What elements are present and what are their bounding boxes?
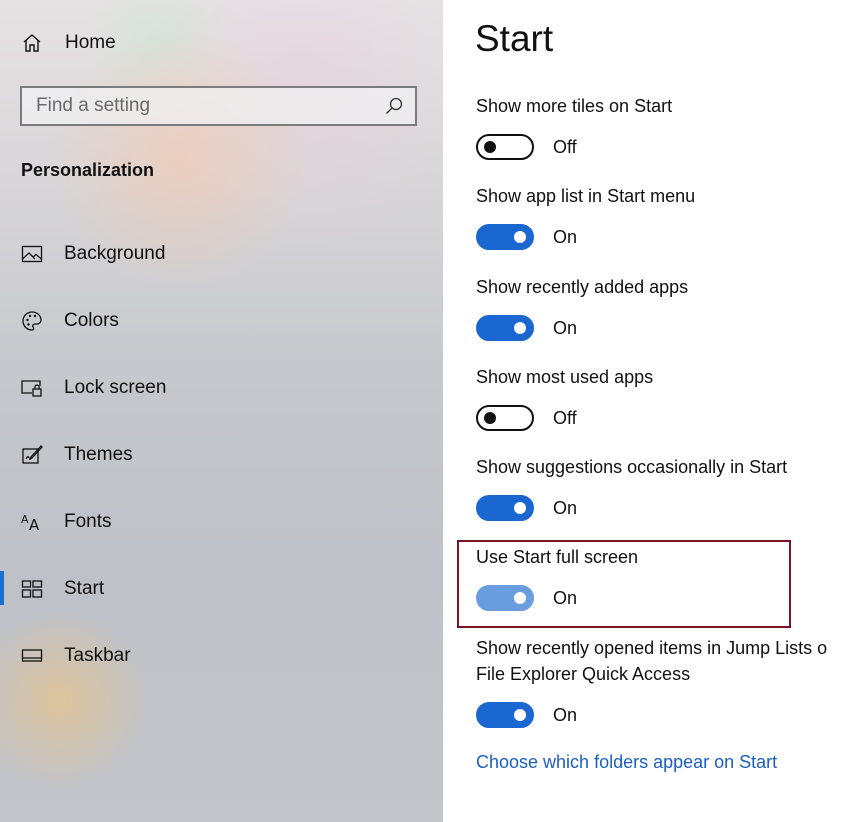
nav-item-label: Themes (64, 443, 133, 465)
toggle-state: Off (553, 407, 577, 428)
toggle-state: Off (553, 136, 577, 157)
palette-icon (20, 309, 44, 333)
toggle-state: On (553, 226, 578, 247)
svg-text:A: A (29, 516, 40, 533)
highlight-annotation-box (457, 540, 791, 628)
setting-label: Show more tiles on Start (476, 96, 673, 116)
toggle-state: On (553, 317, 578, 338)
more-tiles-toggle[interactable] (476, 134, 534, 160)
home-label: Home (65, 32, 116, 53)
toggle-knob (484, 412, 496, 424)
setting-suggestions: Show suggestions occasionally in Start O… (476, 454, 787, 522)
setting-label: Show app list in Start menu (476, 186, 696, 206)
choose-folders-link[interactable]: Choose which folders appear on Start (476, 752, 777, 773)
nav-item-taskbar[interactable]: Taskbar (0, 622, 443, 689)
nav-item-label: Taskbar (64, 644, 131, 666)
nav-item-colors[interactable]: Colors (0, 287, 443, 354)
setting-app-list: Show app list in Start menu On (476, 183, 695, 251)
nav-item-lock-screen[interactable]: Lock screen (0, 354, 443, 421)
setting-most-used: Show most used apps Off (476, 364, 653, 432)
toggle-knob (514, 231, 526, 243)
setting-recently-added: Show recently added apps On (476, 274, 688, 342)
setting-label: Show most used apps (476, 367, 654, 387)
selection-indicator (0, 571, 4, 605)
toggle-state: On (553, 497, 578, 518)
setting-label: Show recently added apps (476, 277, 689, 297)
search-box (20, 86, 417, 126)
home-icon (20, 31, 44, 55)
brush-icon (20, 443, 44, 467)
fonts-icon: AA (20, 510, 44, 534)
lock-screen-icon (20, 376, 44, 400)
toggle-knob (514, 709, 526, 721)
content-pane: Start Show more tiles on Start Off Show … (443, 0, 850, 822)
toggle-state: On (553, 704, 578, 725)
nav-item-background[interactable]: Background (0, 220, 443, 287)
taskbar-icon (20, 644, 44, 668)
nav-item-label: Fonts (64, 510, 112, 532)
setting-label-line2: File Explorer Quick Access (476, 664, 691, 684)
setting-label: Show recently opened items in Jump Lists… (476, 638, 828, 658)
home-button[interactable]: Home (20, 28, 320, 58)
setting-jump-lists: Show recently opened items in Jump Lists… (476, 635, 827, 729)
suggestions-toggle[interactable] (476, 495, 534, 521)
toggle-knob (514, 502, 526, 514)
navigation-pane: Home Personalization Background Colors L… (0, 0, 443, 822)
section-title: Personalization (21, 160, 155, 180)
toggle-knob (484, 141, 496, 153)
start-tiles-icon (20, 577, 44, 601)
recently-added-toggle[interactable] (476, 315, 534, 341)
nav-list: Background Colors Lock screen Themes AA … (0, 220, 443, 689)
jump-lists-toggle[interactable] (476, 702, 534, 728)
page-title: Start (475, 18, 554, 59)
picture-icon (20, 242, 44, 266)
nav-item-themes[interactable]: Themes (0, 421, 443, 488)
nav-item-label: Lock screen (64, 376, 167, 398)
nav-item-start[interactable]: Start (0, 555, 443, 622)
most-used-toggle[interactable] (476, 405, 534, 431)
search-input[interactable] (22, 94, 379, 118)
nav-item-label: Background (64, 242, 166, 264)
setting-more-tiles: Show more tiles on Start Off (476, 93, 672, 161)
nav-item-label: Start (64, 577, 105, 599)
search-icon[interactable] (379, 96, 409, 116)
nav-item-label: Colors (64, 309, 119, 331)
setting-label: Show suggestions occasionally in Start (476, 457, 788, 477)
toggle-knob (514, 322, 526, 334)
nav-item-fonts[interactable]: AA Fonts (0, 488, 443, 555)
app-list-toggle[interactable] (476, 224, 534, 250)
svg-text:A: A (21, 513, 29, 526)
